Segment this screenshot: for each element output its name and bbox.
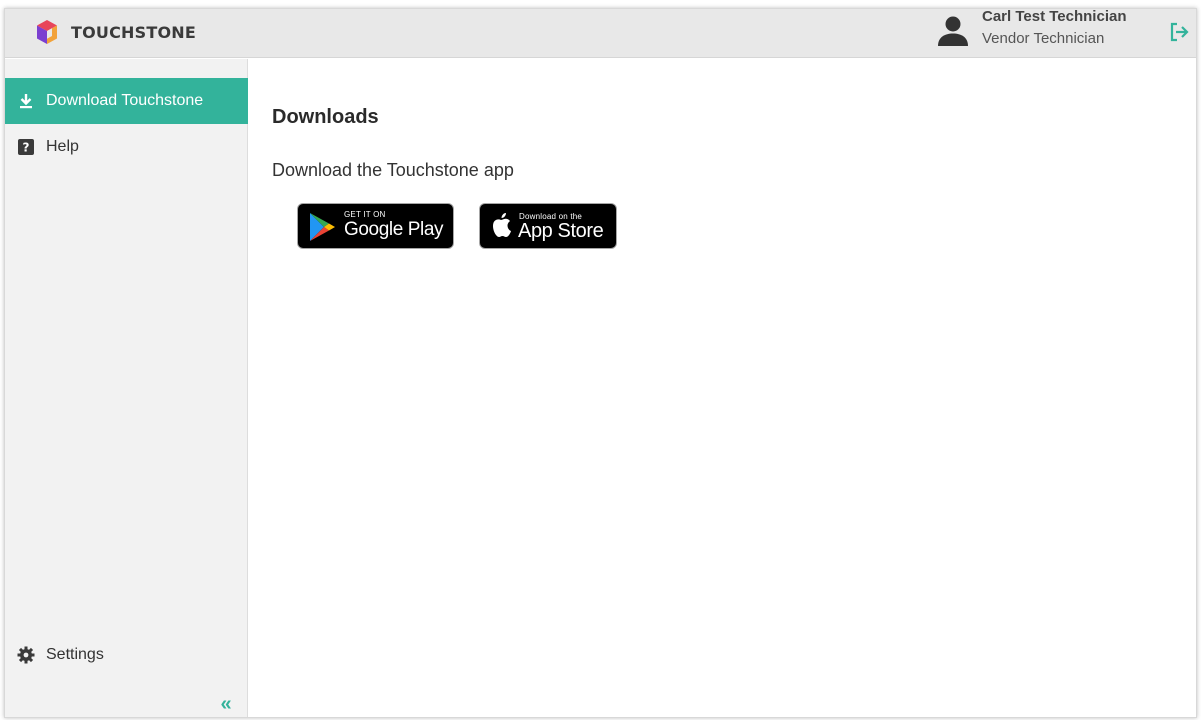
apple-icon [493,213,511,237]
user-avatar-icon [938,16,968,46]
page-title: Downloads [272,106,379,128]
main-content: Downloads Download the Touchstone app GE… [249,59,1196,717]
google-play-badge[interactable]: GET IT ON Google Play [297,203,454,249]
help-icon: ? [17,138,35,156]
page-subtitle: Download the Touchstone app [272,160,514,180]
user-menu[interactable]: Carl Test Technician Vendor Technician [936,9,1196,58]
brand-name: TOUCHSTONE [71,22,196,42]
brand[interactable]: TOUCHSTONE [33,18,196,46]
collapse-sidebar-icon[interactable]: « [214,692,238,716]
google-play-icon [310,213,335,241]
sidebar-item-help[interactable]: ? Help [5,124,248,170]
user-name: Carl Test Technician [982,8,1127,25]
touchstone-logo-icon [37,20,57,44]
app-window: TOUCHSTONE Carl Test Technician Vendor T… [4,8,1197,718]
google-badge-title: Google Play [344,219,444,240]
google-badge-caption: GET IT ON [344,210,386,219]
sidebar-item-label: Download Touchstone [46,92,204,109]
sidebar-item-download-touchstone[interactable]: Download Touchstone [5,78,248,124]
download-icon [17,92,35,110]
top-bar: TOUCHSTONE Carl Test Technician Vendor T… [5,9,1196,58]
logout-icon[interactable] [1168,21,1190,43]
gear-icon [17,646,35,664]
sidebar-item-label: Settings [46,646,104,663]
user-role: Vendor Technician [982,30,1105,47]
app-store-badge[interactable]: Download on the App Store [479,203,617,249]
sidebar: Download Touchstone ? Help Settings « [5,59,248,717]
apple-badge-title: App Store [518,220,604,242]
sidebar-item-settings[interactable]: Settings [5,632,248,678]
svg-text:?: ? [23,141,30,155]
sidebar-item-label: Help [46,138,79,155]
